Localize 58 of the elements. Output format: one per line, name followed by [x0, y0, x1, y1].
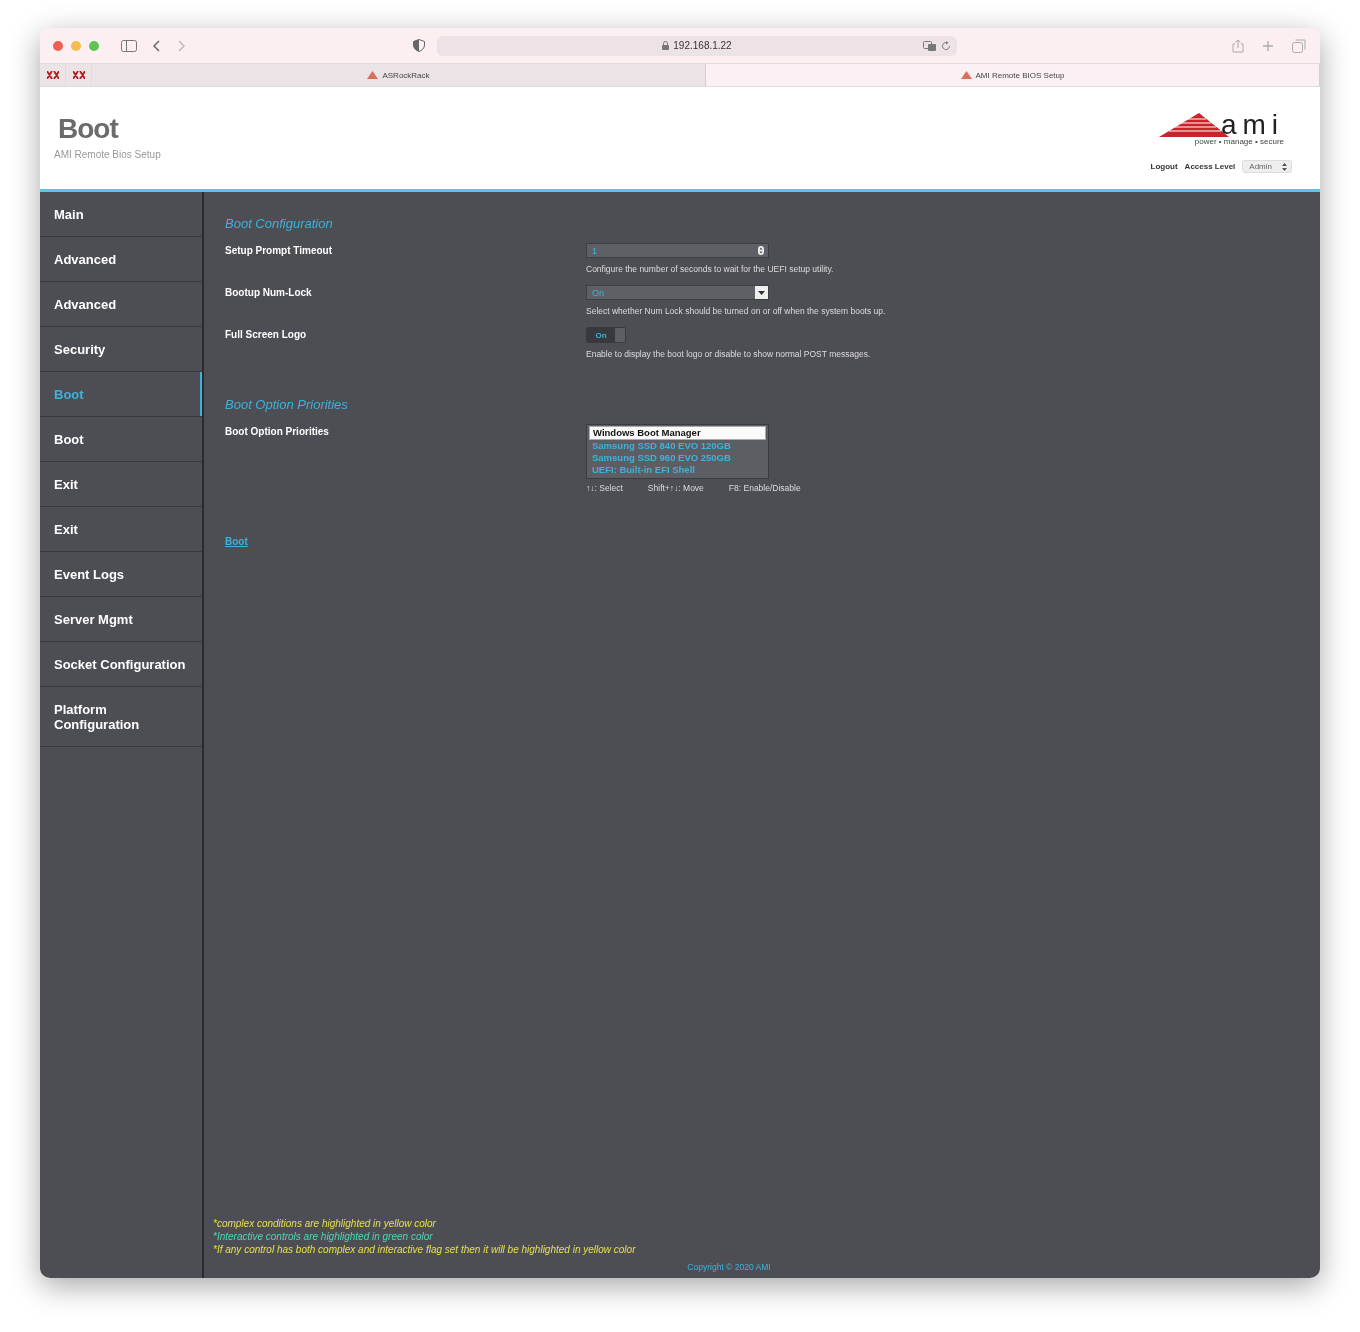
logo-wordmark: ami — [1220, 113, 1284, 137]
sidebar-item[interactable]: Exit — [40, 462, 202, 507]
sidebar-item[interactable]: Main — [40, 192, 202, 237]
sidebar-item[interactable]: Exit — [40, 507, 202, 552]
spinner-icon — [758, 246, 764, 255]
triangle-icon — [960, 71, 972, 79]
new-tab-icon[interactable] — [1262, 39, 1274, 52]
sidebar-item[interactable]: Boot — [40, 417, 202, 462]
copyright-text: Copyright © 2020 AMI — [686, 1262, 772, 1272]
close-button[interactable] — [53, 40, 63, 51]
setting-label: Setup Prompt Timeout — [225, 244, 334, 258]
key-hint: F8: Enable/Disable — [728, 483, 801, 493]
tabs-overview-icon[interactable] — [1292, 38, 1306, 53]
cross-logo-icon — [46, 71, 59, 79]
legend-note: *complex conditions are highlighted in yellow color — [213, 1217, 436, 1230]
translate-icon[interactable] — [923, 40, 937, 51]
help-text: Select whether Num Lock should be turned on or off when the system boots up. — [586, 306, 886, 316]
sidebar-item[interactable]: Security — [40, 327, 202, 372]
logout-link[interactable]: Logout — [1150, 162, 1178, 171]
sidebar-item[interactable]: Event Logs — [40, 552, 202, 597]
zoom-button[interactable] — [89, 40, 99, 51]
stepper-icon — [1282, 162, 1287, 171]
sidebar-item[interactable]: Platform Configuration — [40, 687, 202, 747]
sidebar-item[interactable]: Socket Configuration — [40, 642, 202, 687]
setting-label: Boot Option Priorities — [225, 425, 330, 439]
access-level-label: Access Level — [1184, 162, 1236, 171]
address-bar[interactable]: 192.168.1.22 — [437, 35, 957, 56]
triangle-icon — [367, 71, 379, 79]
forward-icon[interactable] — [177, 39, 185, 52]
share-icon[interactable] — [1232, 38, 1244, 53]
dropdown-arrow-icon — [758, 290, 765, 295]
section-heading: Boot Option Priorities — [225, 397, 349, 412]
legend-note: *If any control has both complex and interactive flag set then it will be highlighted in yellow color — [213, 1243, 636, 1256]
key-hint: ↑↓: Select — [586, 483, 623, 493]
section-heading: Boot Configuration — [225, 216, 334, 231]
sidebar-icon[interactable] — [121, 39, 137, 52]
sidebar-item[interactable]: Advanced — [40, 282, 202, 327]
key-hint: Shift+↑↓: Move — [647, 483, 704, 493]
legend-note: *Interactive controls are highlighted in green color — [213, 1230, 433, 1243]
page-subtitle: AMI Remote Bios Setup — [54, 149, 161, 160]
logo-tagline: power • manage • secure — [1194, 137, 1284, 146]
help-text: Configure the number of seconds to wait for the UEFI setup utility. — [586, 264, 834, 274]
sidebar-item[interactable]: Server Mgmt — [40, 597, 202, 642]
reload-icon[interactable] — [941, 40, 951, 51]
page-title: Boot — [57, 113, 120, 145]
shield-icon[interactable] — [413, 39, 425, 52]
toggle-switch[interactable]: On — [586, 327, 626, 343]
setting-label: Bootup Num-Lock — [225, 286, 313, 300]
access-level-select[interactable]: Admin — [1242, 160, 1292, 173]
help-text: Enable to display the boot logo or disable to show normal POST messages. — [586, 349, 871, 359]
browser-tab[interactable]: AMI Remote BIOS Setup — [706, 64, 1320, 86]
lock-icon — [662, 41, 670, 50]
back-icon[interactable] — [153, 39, 161, 52]
boot-option[interactable]: Windows Boot Manager — [589, 426, 766, 440]
url-text: 192.168.1.22 — [673, 40, 732, 51]
setting-label: Full Screen Logo — [225, 328, 308, 342]
sidebar-item[interactable]: Advanced — [40, 237, 202, 282]
cross-logo-icon — [72, 71, 85, 79]
